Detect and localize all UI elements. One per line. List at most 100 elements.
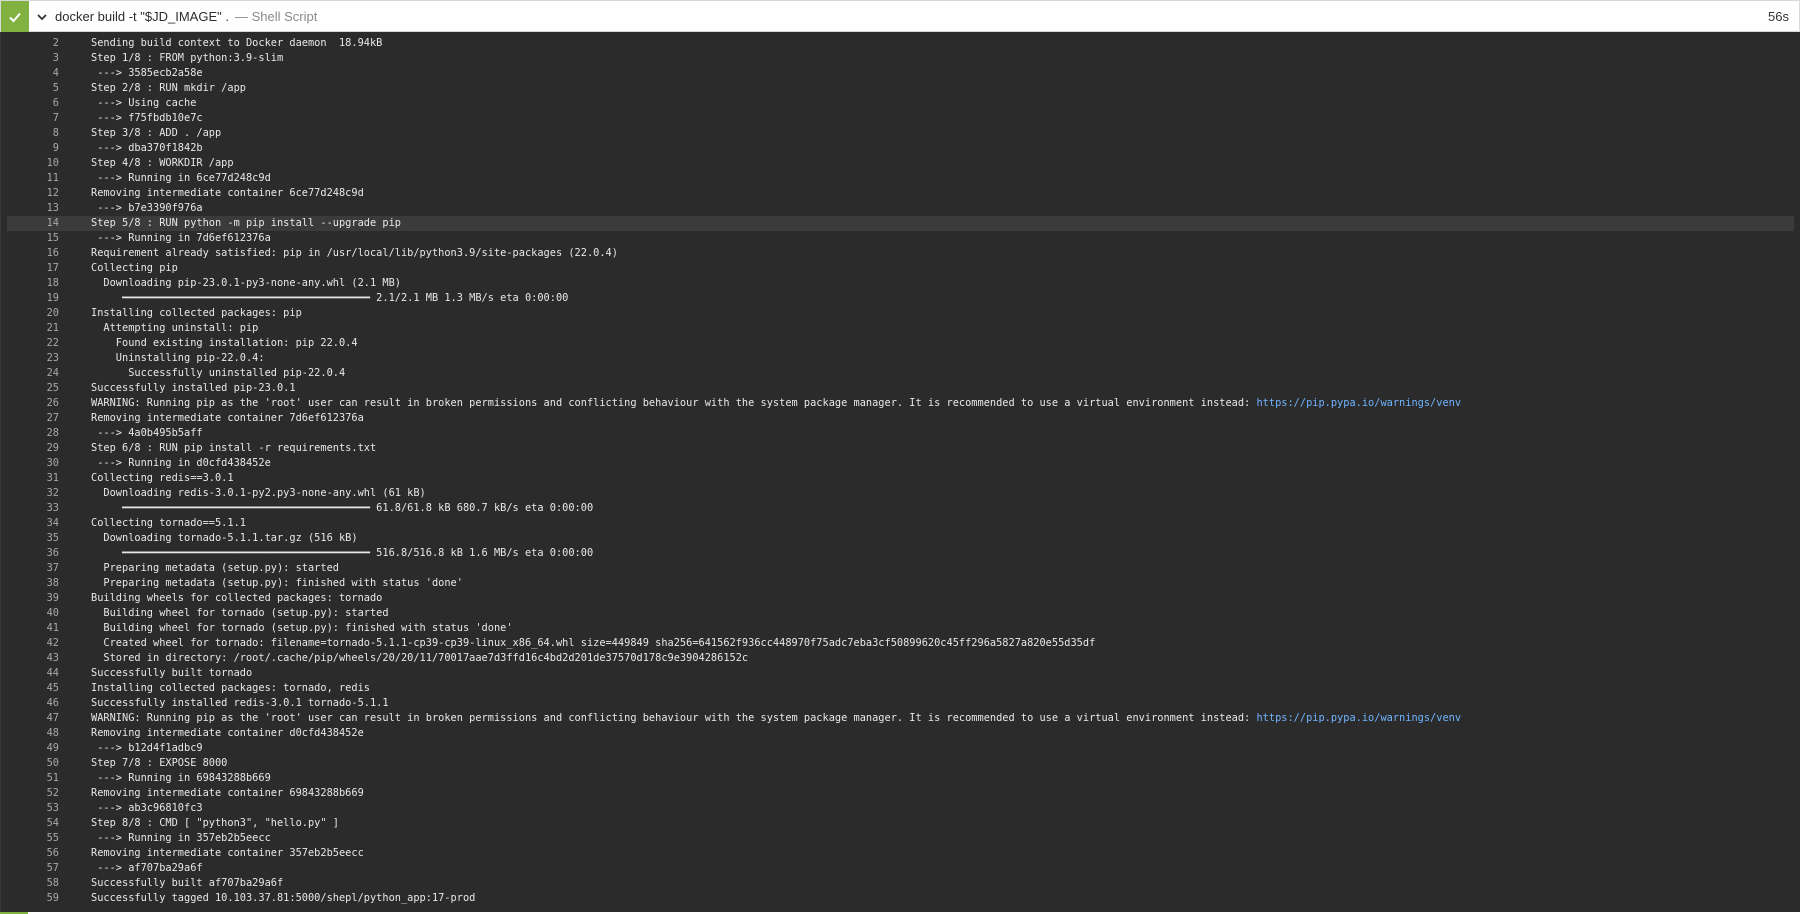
line-number[interactable]: 56 [1, 846, 59, 861]
line-number[interactable]: 23 [1, 351, 59, 366]
line-number[interactable]: 14 [1, 216, 59, 231]
line-number[interactable]: 5 [1, 81, 59, 96]
line-number[interactable]: 10 [1, 156, 59, 171]
log-line: 41 Building wheel for tornado (setup.py)… [1, 621, 1800, 636]
log-text: Collecting pip [91, 262, 178, 274]
line-number[interactable]: 27 [1, 411, 59, 426]
line-number[interactable]: 51 [1, 771, 59, 786]
log-line-text: Preparing metadata (setup.py): finished … [91, 576, 463, 591]
line-number[interactable]: 12 [1, 186, 59, 201]
log-line: 29 Step 6/8 : RUN pip install -r requirem… [1, 441, 1800, 456]
log-line: 49 ---> b12d4f1adbc9 [1, 741, 1800, 756]
line-number[interactable]: 13 [1, 201, 59, 216]
log-text: Collecting tornado==5.1.1 [91, 517, 246, 529]
line-number[interactable]: 46 [1, 696, 59, 711]
line-number[interactable]: 18 [1, 276, 59, 291]
line-number[interactable]: 31 [1, 471, 59, 486]
line-number[interactable]: 48 [1, 726, 59, 741]
build-step-panel: docker build -t "$JD_IMAGE" . — Shell Sc… [0, 0, 1802, 914]
line-number[interactable]: 17 [1, 261, 59, 276]
line-number[interactable]: 33 [1, 501, 59, 516]
log-line-text: Preparing metadata (setup.py): started [91, 561, 339, 576]
log-text: Installing collected packages: tornado, … [91, 682, 370, 694]
log-line: 6 ---> Using cache [1, 96, 1800, 111]
line-number[interactable]: 58 [1, 876, 59, 891]
line-number[interactable]: 4 [1, 66, 59, 81]
step-duration: 56s [1768, 9, 1789, 24]
line-number[interactable]: 40 [1, 606, 59, 621]
line-number[interactable]: 7 [1, 111, 59, 126]
line-number[interactable]: 57 [1, 861, 59, 876]
console-log[interactable]: 2 Sending build context to Docker daemon … [0, 32, 1800, 912]
log-line: 7 ---> f75fbdb10e7c [1, 111, 1800, 126]
line-number[interactable]: 26 [1, 396, 59, 411]
log-line-text: Collecting redis==3.0.1 [91, 471, 234, 486]
line-number[interactable]: 52 [1, 786, 59, 801]
line-number[interactable]: 45 [1, 681, 59, 696]
log-line-text: Downloading redis-3.0.1-py2.py3-none-any… [91, 486, 425, 501]
chevron-down-icon[interactable] [35, 10, 49, 24]
line-number[interactable]: 15 [1, 231, 59, 246]
line-number[interactable]: 2 [1, 36, 59, 51]
log-text: ---> Running in 6ce77d248c9d [91, 172, 271, 184]
log-text: ━━━━━━━━━━━━━━━━━━━━━━━━━━━━━━━━━━━━━━━━… [91, 292, 569, 304]
line-number[interactable]: 28 [1, 426, 59, 441]
line-number[interactable]: 37 [1, 561, 59, 576]
log-line: 28 ---> 4a0b495b5aff [1, 426, 1800, 441]
line-number[interactable]: 54 [1, 816, 59, 831]
log-line: 58 Successfully built af707ba29a6f [1, 876, 1800, 891]
line-number[interactable]: 29 [1, 441, 59, 456]
log-link[interactable]: https://pip.pypa.io/warnings/venv [1256, 712, 1461, 724]
line-number[interactable]: 11 [1, 171, 59, 186]
log-line: 39 Building wheels for collected packages… [1, 591, 1800, 606]
log-line: 4 ---> 3585ecb2a58e [1, 66, 1800, 81]
log-line-text: Stored in directory: /root/.cache/pip/wh… [91, 651, 748, 666]
line-number[interactable]: 9 [1, 141, 59, 156]
log-text: Building wheel for tornado (setup.py): f… [91, 622, 513, 634]
line-number[interactable]: 47 [1, 711, 59, 726]
log-line-text: Removing intermediate container 7d6ef612… [91, 411, 364, 426]
line-number[interactable]: 32 [1, 486, 59, 501]
log-line-text: Requirement already satisfied: pip in /u… [91, 246, 618, 261]
step-header[interactable]: docker build -t "$JD_IMAGE" . — Shell Sc… [0, 0, 1800, 33]
line-number[interactable]: 41 [1, 621, 59, 636]
line-number[interactable]: 22 [1, 336, 59, 351]
log-text: Removing intermediate container d0cfd438… [91, 727, 364, 739]
line-number[interactable]: 59 [1, 891, 59, 906]
line-number[interactable]: 43 [1, 651, 59, 666]
line-number[interactable]: 42 [1, 636, 59, 651]
line-number[interactable]: 55 [1, 831, 59, 846]
log-line-text: ━━━━━━━━━━━━━━━━━━━━━━━━━━━━━━━━━━━━━━━━… [91, 501, 593, 516]
log-link[interactable]: https://pip.pypa.io/warnings/venv [1256, 397, 1461, 409]
line-number[interactable]: 38 [1, 576, 59, 591]
line-number[interactable]: 21 [1, 321, 59, 336]
log-text: Downloading tornado-5.1.1.tar.gz (516 kB… [91, 532, 358, 544]
line-number[interactable]: 39 [1, 591, 59, 606]
log-line: 13 ---> b7e3390f976a [1, 201, 1800, 216]
log-text: Collecting redis==3.0.1 [91, 472, 234, 484]
line-number[interactable]: 8 [1, 126, 59, 141]
log-line: 42 Created wheel for tornado: filename=t… [1, 636, 1800, 651]
log-lines: 2 Sending build context to Docker daemon … [1, 36, 1800, 906]
log-line: 55 ---> Running in 357eb2b5eecc [1, 831, 1800, 846]
log-text: Step 2/8 : RUN mkdir /app [91, 82, 246, 94]
line-number[interactable]: 30 [1, 456, 59, 471]
line-number[interactable]: 53 [1, 801, 59, 816]
log-line: 34 Collecting tornado==5.1.1 [1, 516, 1800, 531]
line-number[interactable]: 25 [1, 381, 59, 396]
log-line: 48 Removing intermediate container d0cfd4… [1, 726, 1800, 741]
line-number[interactable]: 34 [1, 516, 59, 531]
line-number[interactable]: 49 [1, 741, 59, 756]
line-number[interactable]: 44 [1, 666, 59, 681]
line-number[interactable]: 20 [1, 306, 59, 321]
line-number[interactable]: 19 [1, 291, 59, 306]
line-number[interactable]: 6 [1, 96, 59, 111]
line-number[interactable]: 35 [1, 531, 59, 546]
line-number[interactable]: 50 [1, 756, 59, 771]
log-line: 19 ━━━━━━━━━━━━━━━━━━━━━━━━━━━━━━━━━━━━━… [1, 291, 1800, 306]
line-number[interactable]: 3 [1, 51, 59, 66]
line-number[interactable]: 24 [1, 366, 59, 381]
line-number[interactable]: 16 [1, 246, 59, 261]
log-text: WARNING: Running pip as the 'root' user … [91, 397, 1257, 409]
line-number[interactable]: 36 [1, 546, 59, 561]
